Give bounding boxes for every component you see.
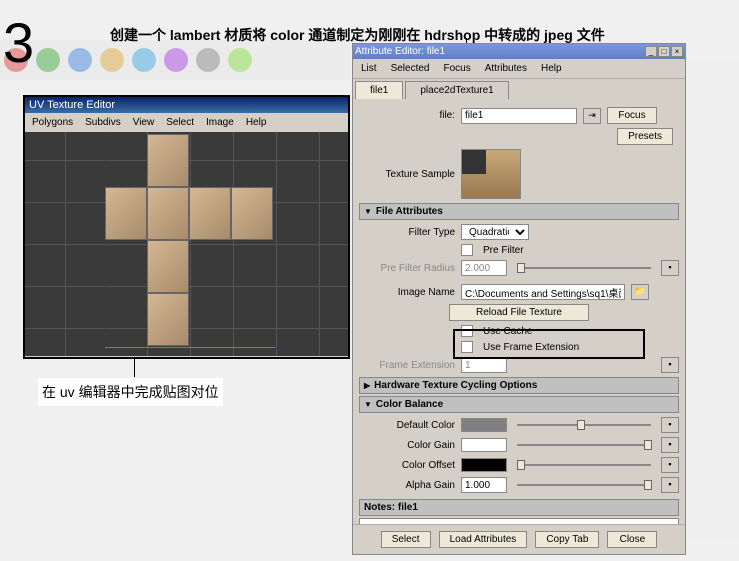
section-hw-texture[interactable]: ▶ Hardware Texture Cycling Options xyxy=(359,377,679,394)
uv-editor-window: UV Texture Editor Polygons Subdivs View … xyxy=(23,95,350,359)
default-color-map-icon[interactable]: ▪ xyxy=(661,417,679,433)
uv-menu-polygons[interactable]: Polygons xyxy=(27,116,78,129)
attr-menu-selected[interactable]: Selected xyxy=(385,62,436,75)
section-file-attr-label: File Attributes xyxy=(376,206,443,217)
pre-filter-checkbox[interactable] xyxy=(461,244,473,256)
color-offset-slider[interactable] xyxy=(517,458,651,472)
caption-bottom: 在 uv 编辑器中完成贴图对位 xyxy=(38,378,223,406)
close-button[interactable]: × xyxy=(671,46,683,57)
alpha-gain-map-icon[interactable]: ▪ xyxy=(661,477,679,493)
default-color-label: Default Color xyxy=(359,420,455,431)
chevron-down-icon: ▼ xyxy=(364,207,372,216)
alpha-gain-slider[interactable] xyxy=(517,478,651,492)
bg-panel-right xyxy=(689,60,739,540)
close-button-footer[interactable]: Close xyxy=(607,531,657,548)
color-offset-label: Color Offset xyxy=(359,460,455,471)
uv-menu-image[interactable]: Image xyxy=(201,116,239,129)
uv-menu-view[interactable]: View xyxy=(128,116,160,129)
attr-menu-focus[interactable]: Focus xyxy=(437,62,476,75)
uv-editor-menubar: Polygons Subdivs View Select Image Help xyxy=(25,113,348,132)
copy-tab-button[interactable]: Copy Tab xyxy=(535,531,599,548)
color-offset-swatch[interactable] xyxy=(461,458,507,472)
section-color-balance[interactable]: ▼ Color Balance xyxy=(359,396,679,413)
step-number: 3 xyxy=(3,10,34,75)
uv-menu-help[interactable]: Help xyxy=(241,116,272,129)
notes-header: Notes: file1 xyxy=(359,499,679,516)
attribute-editor-window: Attribute Editor: file1 _ □ × List Selec… xyxy=(352,43,686,555)
color-gain-swatch[interactable] xyxy=(461,438,507,452)
caption-top: 创建一个 lambert 材质将 color 通道制定为刚刚在 hdrshop … xyxy=(110,25,605,45)
attr-body: file: ⇥ Focus Presets Texture Sample ▼ F… xyxy=(353,99,685,499)
default-color-slider[interactable] xyxy=(517,418,651,432)
reload-file-texture-button[interactable]: Reload File Texture xyxy=(449,304,589,321)
uv-axis-x xyxy=(105,347,275,348)
color-gain-label: Color Gain xyxy=(359,440,455,451)
presets-button[interactable]: Presets xyxy=(617,128,673,145)
uv-menu-select[interactable]: Select xyxy=(161,116,199,129)
attr-menu-help[interactable]: Help xyxy=(535,62,568,75)
frame-ext-input[interactable] xyxy=(461,357,507,373)
attr-title: Attribute Editor: file1 xyxy=(355,46,445,57)
tab-place2dtexture1[interactable]: place2dTexture1 xyxy=(405,81,508,99)
alpha-gain-label: Alpha Gain xyxy=(359,480,455,491)
minimize-button[interactable]: _ xyxy=(645,46,657,57)
chevron-right-icon: ▶ xyxy=(364,381,370,390)
frame-ext-map-icon[interactable]: ▪ xyxy=(661,357,679,373)
connector-line-uv xyxy=(134,357,135,377)
maximize-button[interactable]: □ xyxy=(658,46,670,57)
section-hw-tex-label: Hardware Texture Cycling Options xyxy=(374,380,537,391)
focus-button[interactable]: Focus xyxy=(607,107,657,124)
pre-filter-radius-map-icon[interactable]: ▪ xyxy=(661,260,679,276)
attr-menu-list[interactable]: List xyxy=(355,62,383,75)
use-cache-label: Use Cache xyxy=(483,326,532,337)
chevron-down-icon: ▼ xyxy=(364,400,372,409)
texture-sample-swatch xyxy=(461,149,521,199)
uv-editor-title: UV Texture Editor xyxy=(25,97,348,113)
image-name-label: Image Name xyxy=(359,287,455,298)
section-color-bal-label: Color Balance xyxy=(376,399,443,410)
texture-sample-label: Texture Sample xyxy=(359,169,455,180)
attr-footer: Select Load Attributes Copy Tab Close xyxy=(353,524,685,554)
color-gain-map-icon[interactable]: ▪ xyxy=(661,437,679,453)
load-attributes-button[interactable]: Load Attributes xyxy=(439,531,528,548)
attr-menu-attributes[interactable]: Attributes xyxy=(479,62,533,75)
tab-file1[interactable]: file1 xyxy=(355,81,403,99)
image-name-input[interactable] xyxy=(461,284,625,300)
pre-filter-radius-slider[interactable] xyxy=(517,261,651,275)
use-cache-checkbox[interactable] xyxy=(461,325,473,337)
pre-filter-radius-label: Pre Filter Radius xyxy=(359,263,455,274)
use-frame-ext-label: Use Frame Extension xyxy=(483,342,579,353)
color-offset-map-icon[interactable]: ▪ xyxy=(661,457,679,473)
file-input[interactable] xyxy=(461,108,577,124)
select-button[interactable]: Select xyxy=(381,531,431,548)
file-pick-icon[interactable]: ⇥ xyxy=(583,108,601,124)
default-color-swatch[interactable] xyxy=(461,418,507,432)
uv-menu-subdivs[interactable]: Subdivs xyxy=(80,116,126,129)
pre-filter-label: Pre Filter xyxy=(483,245,524,256)
uv-unwrap-cross xyxy=(105,134,275,346)
browse-icon[interactable]: 📁 xyxy=(631,284,649,300)
frame-ext-label: Frame Extension xyxy=(359,360,455,371)
section-file-attributes[interactable]: ▼ File Attributes xyxy=(359,203,679,220)
attr-tabs: file1 place2dTexture1 xyxy=(353,79,685,99)
filter-type-select[interactable]: Quadratic xyxy=(461,224,529,240)
bg-toolbar xyxy=(0,40,350,80)
alpha-gain-input[interactable] xyxy=(461,477,507,493)
attr-window-buttons: _ □ × xyxy=(645,46,683,57)
color-gain-slider[interactable] xyxy=(517,438,651,452)
pre-filter-radius-input[interactable] xyxy=(461,260,507,276)
filter-type-label: Filter Type xyxy=(359,227,455,238)
use-frame-ext-checkbox[interactable] xyxy=(461,341,473,353)
file-label: file: xyxy=(359,110,455,121)
attr-menubar: List Selected Focus Attributes Help xyxy=(353,59,685,79)
uv-viewport[interactable] xyxy=(25,132,348,356)
attr-titlebar: Attribute Editor: file1 _ □ × xyxy=(353,44,685,59)
